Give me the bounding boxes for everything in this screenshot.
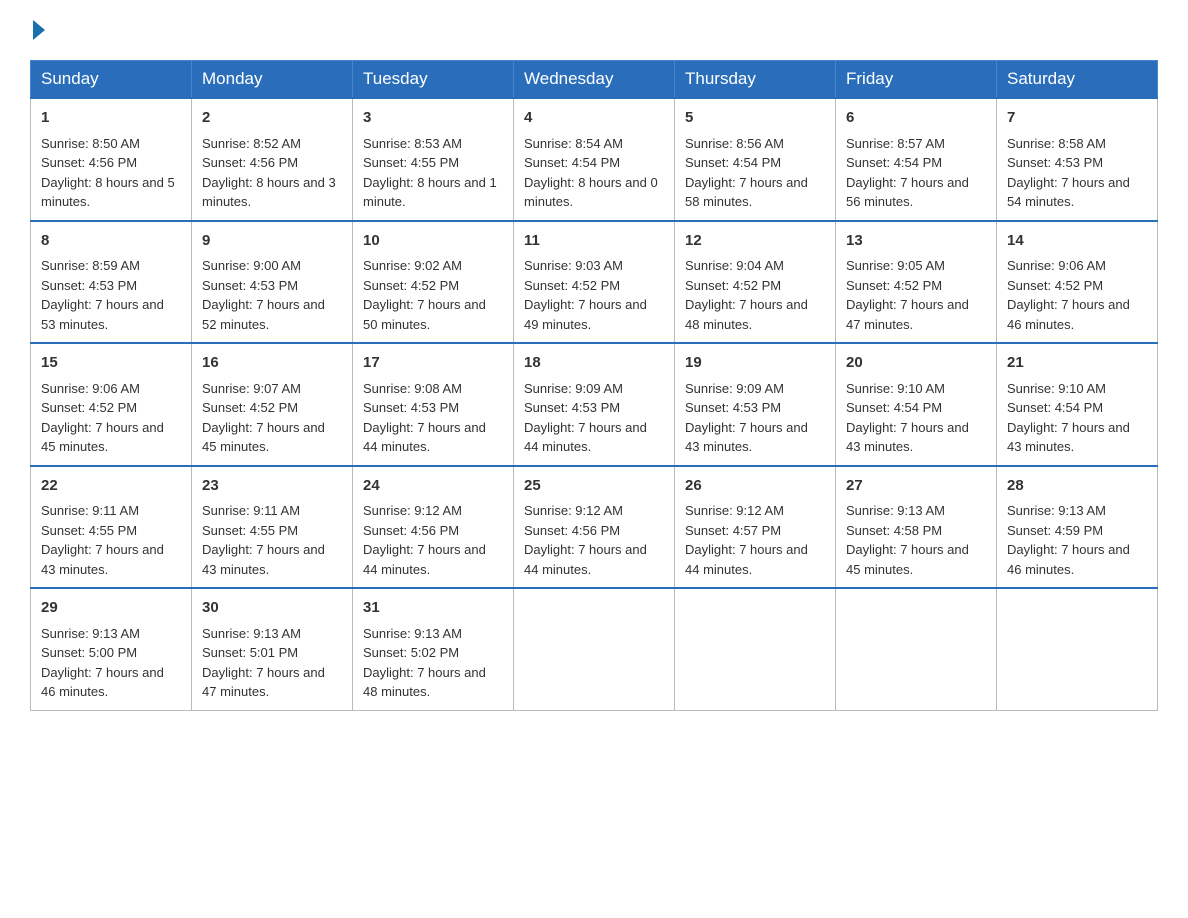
calendar-table: SundayMondayTuesdayWednesdayThursdayFrid… — [30, 60, 1158, 711]
calendar-week-row: 29Sunrise: 9:13 AMSunset: 5:00 PMDayligh… — [31, 588, 1158, 710]
day-number: 9 — [202, 230, 342, 253]
calendar-day-cell: 4Sunrise: 8:54 AMSunset: 4:54 PMDaylight… — [514, 98, 675, 221]
day-number: 29 — [41, 597, 181, 620]
calendar-day-cell: 6Sunrise: 8:57 AMSunset: 4:54 PMDaylight… — [836, 98, 997, 221]
calendar-day-cell: 1Sunrise: 8:50 AMSunset: 4:56 PMDaylight… — [31, 98, 192, 221]
day-of-week-header: Wednesday — [514, 61, 675, 99]
day-number: 3 — [363, 107, 503, 130]
calendar-day-cell: 28Sunrise: 9:13 AMSunset: 4:59 PMDayligh… — [997, 466, 1158, 589]
calendar-day-cell — [514, 588, 675, 710]
day-number: 18 — [524, 352, 664, 375]
day-number: 12 — [685, 230, 825, 253]
day-number: 10 — [363, 230, 503, 253]
day-number: 6 — [846, 107, 986, 130]
calendar-day-cell: 11Sunrise: 9:03 AMSunset: 4:52 PMDayligh… — [514, 221, 675, 344]
calendar-day-cell: 25Sunrise: 9:12 AMSunset: 4:56 PMDayligh… — [514, 466, 675, 589]
calendar-day-cell: 2Sunrise: 8:52 AMSunset: 4:56 PMDaylight… — [192, 98, 353, 221]
logo — [30, 20, 45, 40]
day-number: 16 — [202, 352, 342, 375]
calendar-day-cell: 3Sunrise: 8:53 AMSunset: 4:55 PMDaylight… — [353, 98, 514, 221]
day-number: 26 — [685, 475, 825, 498]
day-number: 2 — [202, 107, 342, 130]
logo-general — [30, 20, 45, 40]
day-of-week-header: Saturday — [997, 61, 1158, 99]
calendar-week-row: 15Sunrise: 9:06 AMSunset: 4:52 PMDayligh… — [31, 343, 1158, 466]
day-number: 7 — [1007, 107, 1147, 130]
calendar-day-cell: 18Sunrise: 9:09 AMSunset: 4:53 PMDayligh… — [514, 343, 675, 466]
day-number: 23 — [202, 475, 342, 498]
calendar-day-cell: 20Sunrise: 9:10 AMSunset: 4:54 PMDayligh… — [836, 343, 997, 466]
day-number: 19 — [685, 352, 825, 375]
calendar-day-cell: 5Sunrise: 8:56 AMSunset: 4:54 PMDaylight… — [675, 98, 836, 221]
day-of-week-header: Tuesday — [353, 61, 514, 99]
day-number: 27 — [846, 475, 986, 498]
logo-triangle-icon — [33, 20, 45, 40]
calendar-day-cell: 26Sunrise: 9:12 AMSunset: 4:57 PMDayligh… — [675, 466, 836, 589]
day-number: 25 — [524, 475, 664, 498]
day-number: 13 — [846, 230, 986, 253]
calendar-day-cell: 31Sunrise: 9:13 AMSunset: 5:02 PMDayligh… — [353, 588, 514, 710]
day-number: 14 — [1007, 230, 1147, 253]
day-of-week-header: Friday — [836, 61, 997, 99]
calendar-week-row: 22Sunrise: 9:11 AMSunset: 4:55 PMDayligh… — [31, 466, 1158, 589]
calendar-week-row: 1Sunrise: 8:50 AMSunset: 4:56 PMDaylight… — [31, 98, 1158, 221]
day-number: 17 — [363, 352, 503, 375]
day-of-week-header: Sunday — [31, 61, 192, 99]
page-header — [30, 20, 1158, 40]
calendar-day-cell: 27Sunrise: 9:13 AMSunset: 4:58 PMDayligh… — [836, 466, 997, 589]
day-of-week-header: Thursday — [675, 61, 836, 99]
calendar-day-cell: 12Sunrise: 9:04 AMSunset: 4:52 PMDayligh… — [675, 221, 836, 344]
calendar-day-cell: 22Sunrise: 9:11 AMSunset: 4:55 PMDayligh… — [31, 466, 192, 589]
calendar-week-row: 8Sunrise: 8:59 AMSunset: 4:53 PMDaylight… — [31, 221, 1158, 344]
day-number: 21 — [1007, 352, 1147, 375]
calendar-day-cell: 10Sunrise: 9:02 AMSunset: 4:52 PMDayligh… — [353, 221, 514, 344]
calendar-header-row: SundayMondayTuesdayWednesdayThursdayFrid… — [31, 61, 1158, 99]
calendar-day-cell: 21Sunrise: 9:10 AMSunset: 4:54 PMDayligh… — [997, 343, 1158, 466]
calendar-day-cell: 15Sunrise: 9:06 AMSunset: 4:52 PMDayligh… — [31, 343, 192, 466]
calendar-day-cell: 19Sunrise: 9:09 AMSunset: 4:53 PMDayligh… — [675, 343, 836, 466]
calendar-day-cell — [836, 588, 997, 710]
calendar-day-cell: 23Sunrise: 9:11 AMSunset: 4:55 PMDayligh… — [192, 466, 353, 589]
day-number: 15 — [41, 352, 181, 375]
day-number: 5 — [685, 107, 825, 130]
calendar-day-cell: 16Sunrise: 9:07 AMSunset: 4:52 PMDayligh… — [192, 343, 353, 466]
calendar-day-cell: 9Sunrise: 9:00 AMSunset: 4:53 PMDaylight… — [192, 221, 353, 344]
day-number: 22 — [41, 475, 181, 498]
calendar-day-cell: 13Sunrise: 9:05 AMSunset: 4:52 PMDayligh… — [836, 221, 997, 344]
calendar-day-cell: 7Sunrise: 8:58 AMSunset: 4:53 PMDaylight… — [997, 98, 1158, 221]
day-number: 1 — [41, 107, 181, 130]
calendar-day-cell: 17Sunrise: 9:08 AMSunset: 4:53 PMDayligh… — [353, 343, 514, 466]
day-number: 4 — [524, 107, 664, 130]
calendar-day-cell: 24Sunrise: 9:12 AMSunset: 4:56 PMDayligh… — [353, 466, 514, 589]
day-number: 8 — [41, 230, 181, 253]
calendar-day-cell — [997, 588, 1158, 710]
day-number: 30 — [202, 597, 342, 620]
day-number: 28 — [1007, 475, 1147, 498]
calendar-day-cell: 14Sunrise: 9:06 AMSunset: 4:52 PMDayligh… — [997, 221, 1158, 344]
calendar-day-cell — [675, 588, 836, 710]
day-number: 24 — [363, 475, 503, 498]
calendar-day-cell: 29Sunrise: 9:13 AMSunset: 5:00 PMDayligh… — [31, 588, 192, 710]
day-number: 11 — [524, 230, 664, 253]
day-number: 31 — [363, 597, 503, 620]
day-of-week-header: Monday — [192, 61, 353, 99]
calendar-day-cell: 8Sunrise: 8:59 AMSunset: 4:53 PMDaylight… — [31, 221, 192, 344]
calendar-day-cell: 30Sunrise: 9:13 AMSunset: 5:01 PMDayligh… — [192, 588, 353, 710]
day-number: 20 — [846, 352, 986, 375]
